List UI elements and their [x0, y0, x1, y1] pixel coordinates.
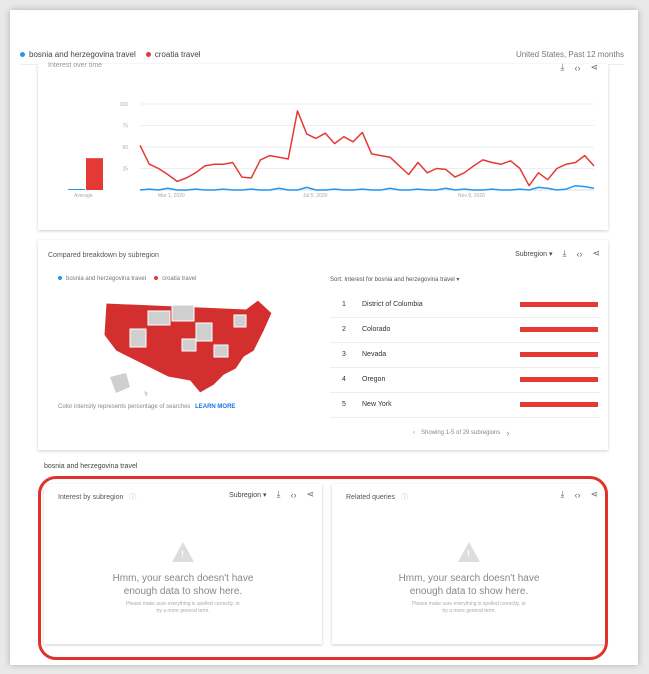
legend-label-croatia: croatia travel	[154, 49, 201, 59]
legend-label-bosnia: bosnia and herzegovina travel	[29, 49, 136, 59]
rank-name: New York	[362, 401, 392, 408]
rank-row[interactable]: 2 Colorado	[330, 317, 600, 343]
gray-region-1	[147, 310, 171, 326]
us-subregion-map[interactable]	[96, 295, 286, 405]
breakdown-toolbar: Subregion ▾ ⤓ ‹› ⋖	[515, 248, 600, 259]
average-bar-croatia	[86, 158, 103, 190]
highlight-annotation	[38, 476, 608, 660]
y-tick-label: 75	[122, 124, 128, 130]
breakdown-legend: bosnia and herzegovina travel croatia tr…	[58, 276, 196, 282]
gray-region-5	[213, 344, 229, 358]
next-page-icon[interactable]: ›	[506, 428, 509, 438]
blue-dot-icon	[20, 51, 25, 57]
compared-breakdown-card: Compared breakdown by subregion Subregio…	[38, 240, 608, 450]
breakdown-legend-croatia: croatia travel	[154, 276, 196, 282]
breakdown-title: Compared breakdown by subregion	[48, 252, 159, 259]
pager: ‹ Showing 1-5 of 29 subregions ›	[413, 428, 509, 438]
rank-number: 2	[342, 326, 346, 333]
share-icon[interactable]: ⋖	[592, 248, 600, 259]
gray-region-3	[195, 322, 213, 342]
rank-bar	[520, 327, 598, 332]
sort-selector[interactable]: Sort: Interest for bosnia and herzegovin…	[330, 276, 459, 283]
download-icon[interactable]: ⤓	[562, 248, 566, 259]
rank-row[interactable]: 4 Oregon	[330, 367, 600, 393]
rank-name: Nevada	[362, 351, 387, 358]
gray-region-7	[233, 314, 247, 328]
gray-region-4	[129, 328, 147, 348]
rank-bar	[520, 302, 598, 307]
region-time-filter[interactable]: United States, Past 12 months	[516, 50, 624, 59]
rank-bar	[520, 377, 598, 382]
rank-row[interactable]: 3 Nevada	[330, 342, 600, 368]
rank-name: Oregon	[362, 376, 386, 383]
breakdown-legend-croatia-label: croatia travel	[162, 276, 197, 282]
breakdown-legend-bosnia-label: bosnia and herzegovina travel	[66, 276, 147, 282]
legend-item-croatia[interactable]: croatia travel	[145, 49, 201, 59]
average-bar-bosnia	[68, 189, 85, 190]
sort-value: Interest for bosnia and herzegovina trav…	[344, 277, 455, 283]
gray-region-2	[171, 304, 195, 322]
hawaii-shape	[144, 391, 148, 397]
comparison-legend-bar: bosnia and herzegovina travel croatia tr…	[20, 44, 624, 65]
average-label: Average	[74, 193, 93, 199]
red-dot-icon	[154, 276, 159, 281]
blue-dot-icon	[58, 276, 62, 281]
breakdown-legend-bosnia: bosnia and herzegovina travel	[58, 276, 146, 282]
gray-region-6	[181, 338, 197, 352]
map-note-text: Color intensity represents percentage of…	[58, 404, 191, 410]
interest-over-time-card: Interest over time ⤓ ‹› ⋖ 100 75 50 25 Mar 1…	[38, 62, 608, 230]
rank-row[interactable]: 1 District of Columbia	[330, 292, 600, 318]
x-tick-label: Mar 1, 2020	[158, 193, 185, 199]
map-note: Color intensity represents percentage of…	[58, 404, 235, 410]
prev-page-icon[interactable]: ‹	[413, 430, 415, 436]
legend-item-bosnia[interactable]: bosnia and herzegovina travel	[20, 50, 136, 59]
section-label: bosnia and herzegovina travel	[44, 463, 138, 470]
subregion-dropdown[interactable]: Subregion ▾	[515, 250, 552, 258]
sort-label: Sort:	[330, 277, 343, 283]
rank-row[interactable]: 5 New York	[330, 392, 600, 418]
learn-more-link[interactable]: LEARN MORE	[195, 404, 235, 410]
caret-down-icon: ▾	[456, 277, 460, 283]
y-tick-label: 100	[120, 102, 129, 108]
x-tick-label: Nov 8, 2020	[458, 193, 485, 199]
rank-number: 3	[342, 351, 346, 358]
red-dot-icon	[145, 51, 151, 57]
x-tick-label: Jul 5, 2020	[303, 193, 328, 199]
y-tick-label: 25	[122, 167, 128, 173]
rank-number: 4	[342, 376, 346, 383]
embed-icon[interactable]: ‹›	[576, 249, 582, 259]
alaska-shape	[110, 373, 130, 393]
rank-number: 5	[342, 401, 346, 408]
series-line-croatia	[139, 110, 595, 187]
rank-bar	[520, 402, 598, 407]
rank-name: Colorado	[362, 326, 391, 333]
rank-name: District of Columbia	[362, 301, 423, 308]
rank-number: 1	[342, 301, 346, 308]
interest-over-time-chart: 100 75 50 25 Mar 1, 2020 Jul 5, 2020 Nov 8, 20…	[68, 102, 595, 199]
rank-bar	[520, 352, 598, 357]
series-line-bosnia	[139, 184, 595, 191]
pager-text: Showing 1-5 of 29 subregions	[421, 430, 501, 436]
y-tick-label: 50	[122, 145, 128, 151]
subregion-dropdown-label: Subregion	[515, 250, 547, 258]
